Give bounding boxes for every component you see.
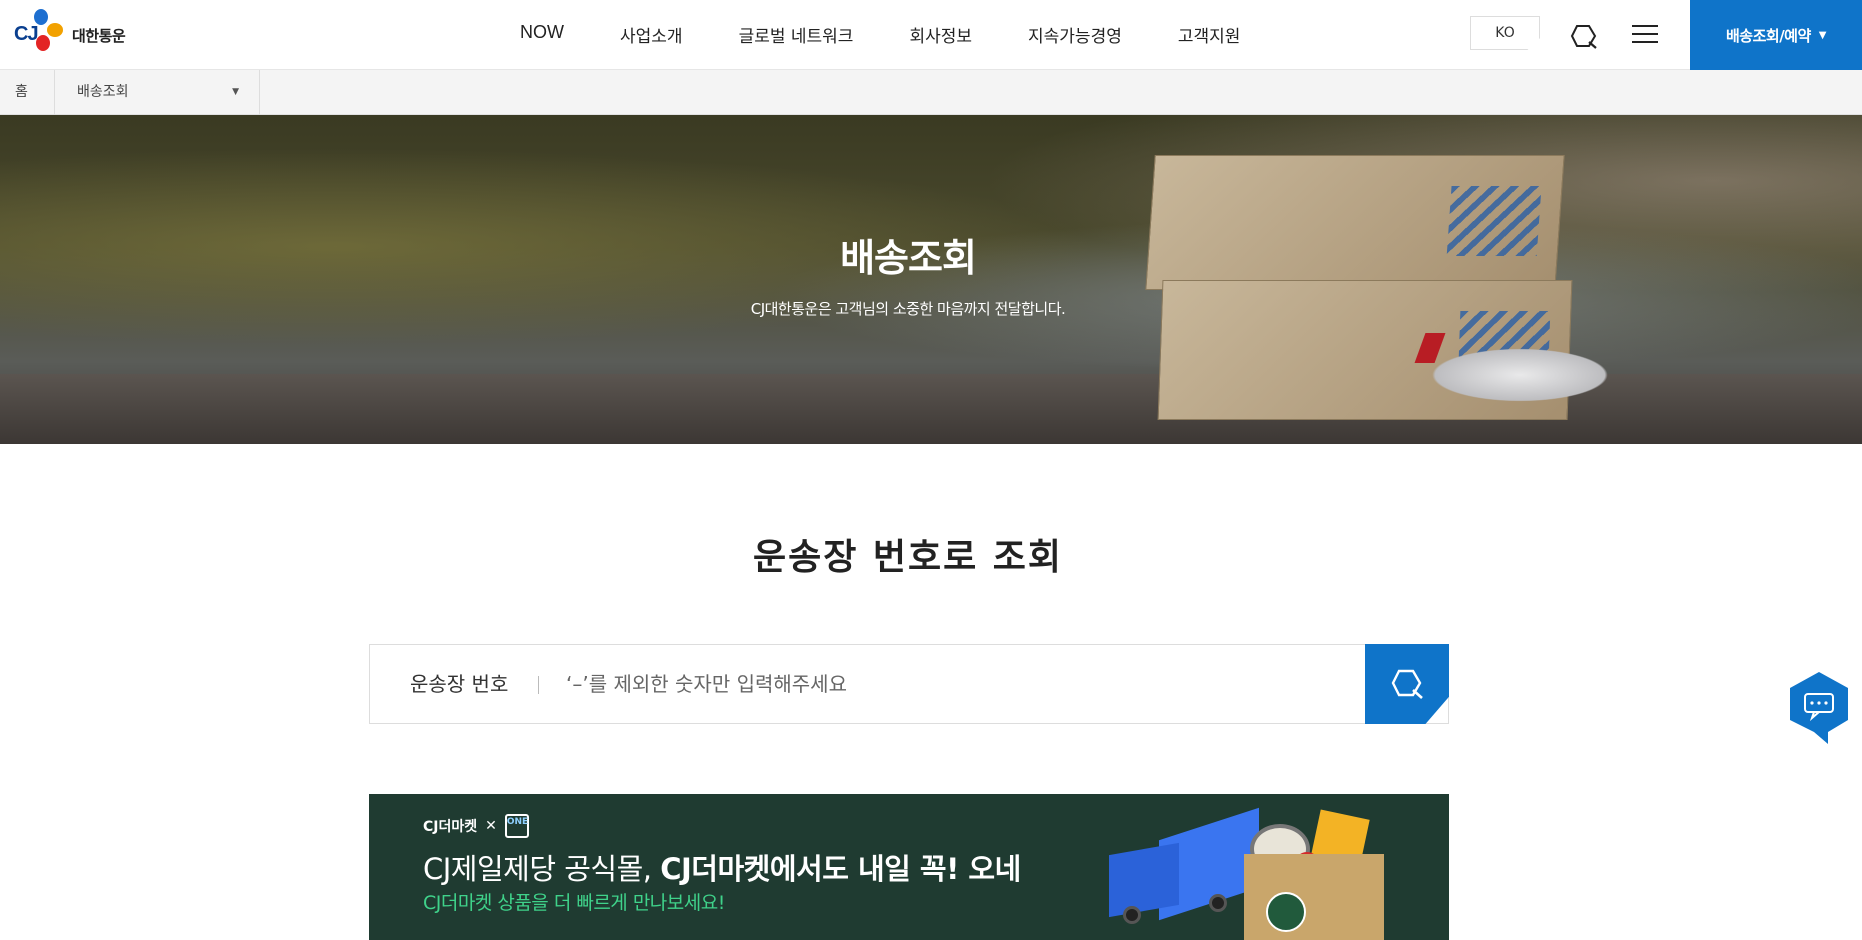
nav-item-sustainability[interactable]: 지속가능경영 [1028, 22, 1122, 47]
logo-petal-orange [47, 23, 63, 37]
tracking-number-input[interactable] [566, 663, 1346, 705]
search-icon[interactable] [1570, 22, 1598, 50]
tracking-section-title: 운송장 번호로 조회 [752, 537, 1064, 578]
banner-headline: CJ제일제당 공식몰, CJ더마켓에서도 내일 꼭! 오네 [423, 846, 1021, 888]
breadcrumb-home[interactable]: 홈 [0, 70, 55, 115]
hamburger-menu-icon[interactable] [1632, 25, 1658, 45]
logo-petal-red [36, 35, 50, 51]
label-divider [538, 676, 539, 694]
hero-toy-plane [1420, 345, 1620, 405]
tracking-number-label: 운송장 번호 [410, 672, 509, 696]
banner-headline-prefix: CJ제일제당 공식몰, [423, 852, 661, 886]
cta-label: 배송조회/예약 [1726, 26, 1811, 45]
caret-down-icon: ▼ [232, 87, 239, 97]
banner-headline-bold: CJ더마켓에서도 내일 꼭! 오네 [660, 852, 1021, 886]
nav-item-company[interactable]: 회사정보 [909, 22, 972, 47]
breadcrumb: 홈 배송조회 ▼ [0, 70, 1862, 115]
search-icon [1391, 669, 1423, 699]
nav-item-now[interactable]: NOW [520, 22, 564, 47]
tracking-form: 운송장 번호 [369, 644, 1449, 724]
nav-item-business[interactable]: 사업소개 [620, 22, 683, 47]
grocery-box-illustration [1244, 809, 1394, 940]
delivery-truck-illustration [1109, 807, 1259, 924]
logo-mark: CJ [14, 23, 39, 45]
page-subtitle: CJ대한통운은 고객님의 소중한 마음까지 전달합니다. [750, 300, 1066, 318]
breadcrumb-current-dropdown[interactable]: 배송조회 ▼ [55, 70, 260, 115]
main-nav: NOW 사업소개 글로벌 네트워크 회사정보 지속가능경영 고객지원 [520, 22, 1296, 47]
caret-down-icon: ▼ [1818, 29, 1827, 41]
nav-item-global-network[interactable]: 글로벌 네트워크 [739, 22, 854, 47]
one-logo-icon: ONE [504, 814, 529, 838]
nav-item-support[interactable]: 고객지원 [1178, 22, 1241, 47]
cj-logo[interactable]: CJ 대한통운 [14, 9, 134, 59]
logo-name: 대한통운 [72, 27, 126, 45]
banner-brand-name: CJ더마켓 [423, 819, 478, 835]
page-title: 배송조회 [840, 236, 977, 280]
chat-bubble-icon[interactable] [1788, 670, 1850, 746]
cj-the-market-promo-banner[interactable]: CJ더마켓 ✕ ONE CJ제일제당 공식몰, CJ더마켓에서도 내일 꼭! 오… [369, 794, 1449, 940]
site-header: CJ 대한통운 NOW 사업소개 글로벌 네트워크 회사정보 지속가능경영 고객… [0, 0, 1862, 70]
hero-banner: 배송조회 CJ대한통운은 고객님의 소중한 마음까지 전달합니다. [0, 115, 1862, 444]
banner-description: CJ더마켓 상품을 더 빠르게 만나보세요! [423, 892, 725, 914]
delivery-tracking-reservation-button[interactable]: 배송조회/예약 ▼ [1690, 0, 1862, 70]
banner-brand-separator: ✕ [485, 818, 497, 834]
breadcrumb-current-label: 배송조회 [77, 84, 129, 100]
language-selector[interactable]: KO [1470, 16, 1540, 50]
banner-brand: CJ더마켓 ✕ ONE [423, 814, 529, 838]
